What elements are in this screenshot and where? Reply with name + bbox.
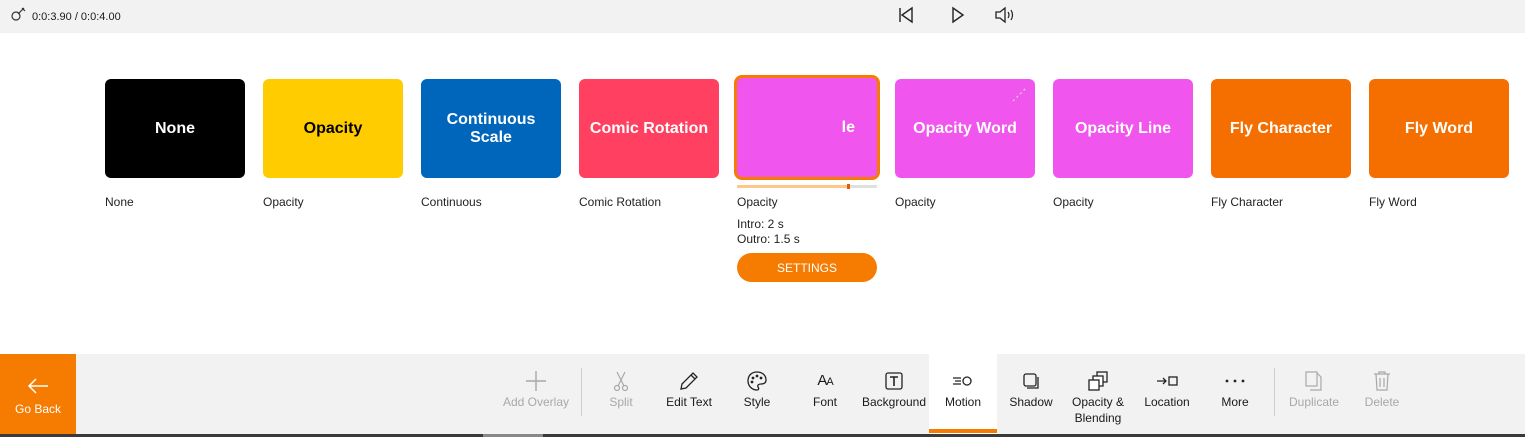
more-button[interactable]: More bbox=[1214, 354, 1256, 433]
duplicate-button[interactable]: Duplicate bbox=[1286, 354, 1342, 433]
active-tab-indicator bbox=[929, 429, 997, 433]
go-back-button[interactable]: Go Back bbox=[0, 354, 76, 437]
preset-card-opacity[interactable]: Opacity bbox=[263, 79, 403, 178]
shadow-button[interactable]: Shadow bbox=[1006, 354, 1056, 433]
add-overlay-button[interactable]: Add Overlay bbox=[502, 354, 570, 433]
motion-label: Motion bbox=[944, 395, 982, 409]
style-button[interactable]: Style bbox=[737, 354, 777, 433]
delete-label: Delete bbox=[1364, 395, 1400, 409]
preset-preview-text: le bbox=[841, 118, 855, 136]
preset-preview-text: Fly Character bbox=[1229, 119, 1333, 137]
style-label: Style bbox=[743, 395, 771, 409]
delete-button[interactable]: Delete bbox=[1362, 354, 1402, 433]
preset-preview-text: Fly Word bbox=[1404, 119, 1474, 137]
palette-icon bbox=[747, 371, 767, 391]
background-label: Background bbox=[861, 395, 927, 409]
settings-button[interactable]: SETTINGS bbox=[737, 253, 877, 282]
ellipsis-icon bbox=[1225, 379, 1245, 383]
preset-preview-text: Opacity bbox=[303, 119, 363, 137]
toolbar-divider bbox=[581, 368, 582, 416]
font-button[interactable]: AA Font bbox=[806, 354, 844, 433]
pencil-icon bbox=[680, 372, 698, 390]
go-back-label: Go Back bbox=[14, 401, 62, 416]
opacity-blending-label-1: Opacity & bbox=[1071, 395, 1125, 409]
edit-text-label: Edit Text bbox=[666, 395, 712, 409]
split-label: Split bbox=[609, 395, 633, 409]
intro-duration: Intro: 2 s bbox=[737, 217, 784, 231]
preset-label: Opacity bbox=[1053, 195, 1094, 209]
preset-preview-text: Comic Rotation bbox=[589, 119, 709, 137]
preset-preview-text: None bbox=[155, 119, 195, 137]
preset-progress-marker bbox=[847, 184, 851, 189]
duplicate-label: Duplicate bbox=[1288, 395, 1340, 409]
layers-icon bbox=[1088, 371, 1108, 391]
sparkle-icon bbox=[1012, 86, 1028, 102]
preset-label: Fly Word bbox=[1369, 195, 1417, 209]
preset-card-continuous-scale[interactable]: Continuous Scale bbox=[421, 79, 561, 178]
scissors-icon bbox=[613, 371, 629, 392]
preset-label: None bbox=[105, 195, 134, 209]
bottom-toolbar: Go Back Add Overlay Split Edit Text Styl… bbox=[0, 354, 1525, 437]
opacity-blending-button[interactable]: Opacity & Blending bbox=[1066, 354, 1130, 433]
preset-card-fly-character[interactable]: Fly Character bbox=[1211, 79, 1351, 178]
preset-preview-text: Opacity Line bbox=[1074, 119, 1172, 137]
motion-preset-list: None None Opacity Opacity Continuous Sca… bbox=[0, 0, 1525, 354]
opacity-blending-label-2: Blending bbox=[1074, 411, 1122, 425]
text-box-icon bbox=[885, 372, 903, 390]
shadow-label: Shadow bbox=[1009, 395, 1053, 409]
font-label: Font bbox=[812, 395, 837, 409]
add-overlay-label: Add Overlay bbox=[502, 395, 570, 409]
preset-progress-fill bbox=[737, 185, 851, 188]
background-button[interactable]: Background bbox=[860, 354, 928, 433]
motion-icon bbox=[953, 376, 972, 386]
preset-card-none[interactable]: None bbox=[105, 79, 245, 178]
preset-preview-text: Continuous Scale bbox=[446, 110, 536, 146]
preset-label: Comic Rotation bbox=[579, 195, 662, 209]
location-button[interactable]: Location bbox=[1140, 354, 1194, 433]
arrow-left-icon bbox=[27, 377, 48, 394]
location-label: Location bbox=[1144, 395, 1190, 409]
preset-card-opacity-word[interactable]: Opacity Word bbox=[895, 79, 1035, 178]
preset-label: Opacity bbox=[263, 195, 304, 209]
preset-label: Opacity bbox=[737, 195, 778, 209]
preset-card-opacity-line[interactable]: Opacity Line bbox=[1053, 79, 1193, 178]
move-to-icon bbox=[1157, 376, 1178, 386]
preset-label: Continuous bbox=[421, 195, 482, 209]
preset-progress-track bbox=[737, 184, 877, 189]
plus-icon bbox=[526, 371, 546, 391]
more-label: More bbox=[1221, 395, 1249, 409]
outro-duration: Outro: 1.5 s bbox=[737, 232, 800, 246]
shadow-icon bbox=[1023, 373, 1039, 389]
split-button[interactable]: Split bbox=[600, 354, 642, 433]
preset-label: Fly Character bbox=[1211, 195, 1284, 209]
font-size-icon: AA bbox=[817, 371, 833, 389]
preset-card-fly-word[interactable]: Fly Word bbox=[1369, 79, 1509, 178]
preset-label: Opacity bbox=[895, 195, 936, 209]
preset-card-comic-rotation[interactable]: Comic Rotation bbox=[579, 79, 719, 178]
preset-card-selected[interactable]: le bbox=[734, 75, 880, 180]
toolbar-divider bbox=[1274, 368, 1275, 416]
motion-button[interactable]: Motion bbox=[929, 354, 997, 434]
preset-preview-text: Opacity Word bbox=[913, 119, 1017, 137]
edit-text-button[interactable]: Edit Text bbox=[662, 354, 716, 433]
copy-icon bbox=[1305, 371, 1322, 391]
trash-icon bbox=[1374, 371, 1390, 391]
